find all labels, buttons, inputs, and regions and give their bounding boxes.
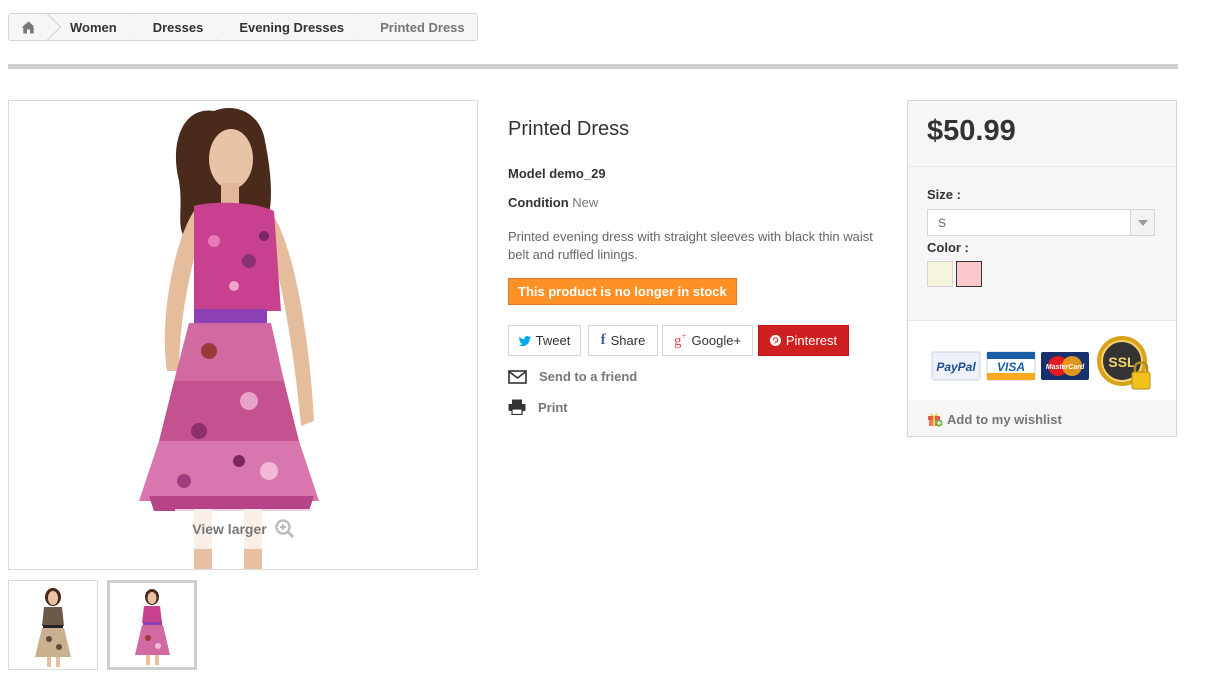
condition-label: Condition [508,195,569,210]
print-label: Print [538,399,568,415]
product-main-image[interactable]: View larger [8,100,478,570]
product-condition: Condition New [508,195,598,210]
pinterest-button[interactable]: Pinterest [758,325,849,356]
thumbnail-image [35,588,71,667]
share-label: Share [610,333,646,348]
product-thumbnail[interactable] [8,580,98,670]
model-label: Model [508,166,546,181]
ssl-seal-logo: SSL [1097,336,1151,390]
size-select-value: S [938,215,947,230]
condition-value: New [572,195,599,210]
product-price: $50.99 [927,115,1016,147]
twitter-icon [518,335,531,346]
pinterest-icon [769,335,781,346]
add-to-wishlist-link[interactable]: Add to my wishlist [927,411,1062,427]
paypal-logo: PayPal [931,351,981,381]
breadcrumb-label: Women [70,19,117,35]
googleplus-label: Google+ [691,333,742,348]
product-description: Printed evening dress with straight slee… [508,229,873,262]
breadcrumb-label: Evening Dresses [239,19,345,35]
stock-status-badge: This product is no longer in stock [508,278,737,305]
breadcrumb-current: Printed Dress [358,14,477,40]
breadcrumb-label: Printed Dress [380,19,465,35]
payment-logos: PayPal VISA MasterCard SSL [908,320,1176,400]
thumbnail-image [135,589,170,665]
color-swatch-beige[interactable] [927,261,953,287]
payment-logos-graphic: PayPal VISA MasterCard SSL [931,336,1151,390]
color-label: Color : [927,240,969,255]
mastercard-logo: MasterCard [1041,352,1089,380]
tweet-button[interactable]: Tweet [508,325,581,356]
size-select[interactable]: S [927,209,1155,236]
svg-text:VISA: VISA [997,360,1025,374]
view-larger-button[interactable]: View larger [175,509,312,549]
chevron-down-icon [1130,210,1154,235]
view-larger-label: View larger [192,521,267,537]
svg-text:SSL: SSL [1108,354,1136,370]
gift-icon [928,413,943,427]
breadcrumb-dresses[interactable]: Dresses [130,14,231,40]
googleplus-button[interactable]: g+ Google+ [662,325,753,356]
svg-text:PayPal: PayPal [936,360,976,374]
buy-box: $50.99 Size : S Color : PayPal VISA Mast… [907,100,1177,437]
magnifier-plus-icon [274,519,294,539]
facebook-share-button[interactable]: f Share [588,325,658,356]
breadcrumb: Women Dresses Evening Dresses Printed Dr… [8,13,478,41]
send-to-friend-link[interactable]: Send to a friend [508,369,637,384]
send-to-friend-label: Send to a friend [539,369,638,384]
envelope-icon [508,369,527,384]
pinterest-label: Pinterest [785,333,838,348]
product-thumbnail-selected[interactable] [107,580,197,670]
breadcrumb-evening-dresses[interactable]: Evening Dresses [217,14,372,40]
color-swatch-pink-selected[interactable] [956,261,982,287]
tweet-label: Tweet [535,333,571,348]
model-value: demo_29 [549,166,606,181]
attributes-area: Size : S Color : [908,171,1176,321]
print-link[interactable]: Print [508,399,568,415]
header-divider [8,64,1178,69]
wishlist-label: Add to my wishlist [947,411,1062,427]
facebook-icon: f [600,332,606,348]
svg-text:MasterCard: MasterCard [1046,364,1085,371]
product-title: Printed Dress [508,118,630,140]
googleplus-icon: g+ [673,331,687,349]
visa-logo: VISA [986,351,1036,381]
breadcrumb-home[interactable] [9,14,62,40]
dress-model-photo [139,108,319,569]
printer-icon [508,399,526,415]
product-model: Model demo_29 [508,166,606,181]
price-area: $50.99 [908,101,1176,167]
size-label: Size : [927,187,961,202]
breadcrumb-label: Dresses [152,19,204,35]
